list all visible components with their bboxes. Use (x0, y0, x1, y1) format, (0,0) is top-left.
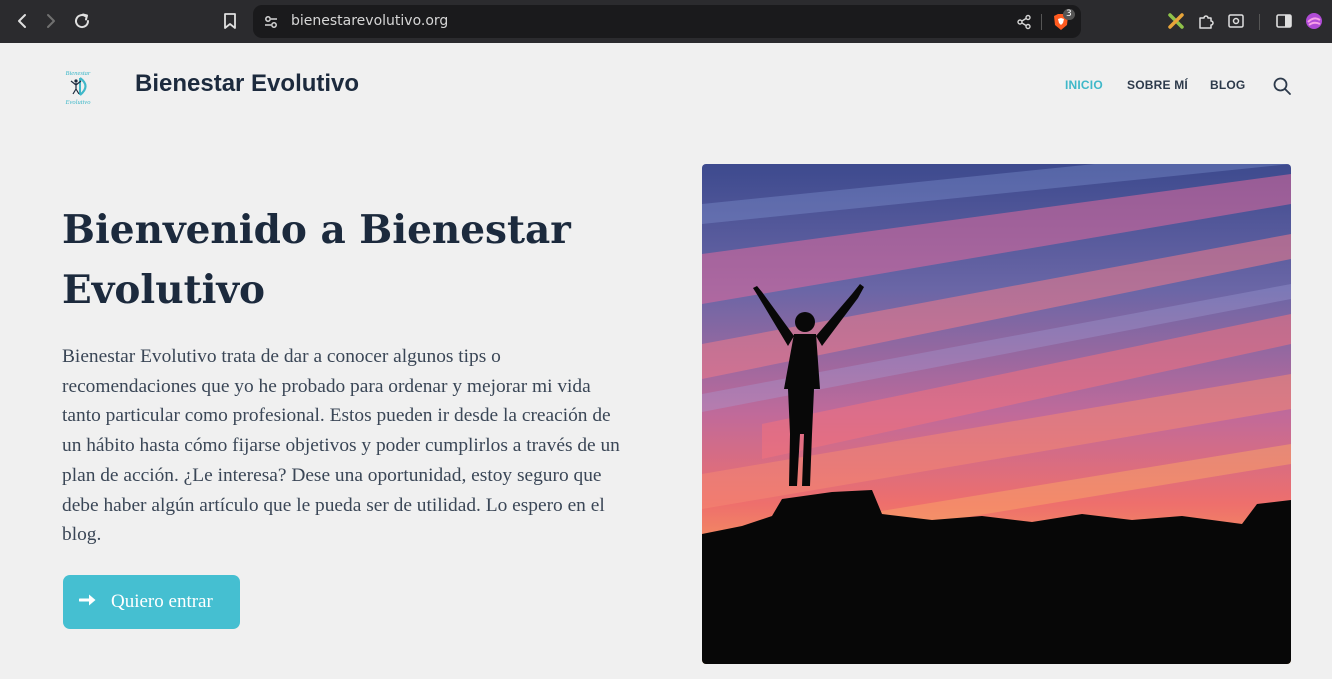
nav-inicio[interactable]: INICIO (1065, 78, 1103, 92)
reload-icon[interactable] (71, 10, 93, 32)
bookmark-icon[interactable] (219, 10, 241, 32)
divider (1041, 14, 1042, 30)
site-settings-icon[interactable] (263, 14, 279, 35)
cta-label: Quiero entrar (111, 591, 213, 612)
nav-blog[interactable]: BLOG (1210, 78, 1245, 92)
extensions-puzzle-icon[interactable] (1196, 11, 1216, 31)
url-text[interactable]: bienestarevolutivo.org (291, 13, 448, 29)
share-icon[interactable] (1016, 14, 1032, 35)
address-bar[interactable]: bienestarevolutivo.org 3 (253, 5, 1081, 38)
hero-title: Bienvenido a Bienestar Evolutivo (62, 207, 571, 313)
screenshot-icon[interactable] (1226, 11, 1246, 31)
site-title[interactable]: Bienestar Evolutivo (135, 70, 359, 98)
nav-sobre-mi[interactable]: SOBRE MÍ (1127, 78, 1188, 92)
shields-count-badge: 3 (1063, 9, 1075, 20)
hero-description: Bienestar Evolutivo trata de dar a conoc… (62, 346, 620, 546)
sidebar-icon[interactable] (1274, 11, 1294, 31)
search-icon[interactable] (1272, 76, 1292, 96)
site-logo[interactable]: Bienestar Evolutivo (60, 66, 96, 106)
toolbar-divider (1259, 14, 1260, 30)
forward-icon[interactable] (40, 10, 62, 32)
logo-text-top: Bienestar (66, 70, 91, 77)
browser-toolbar: bienestarevolutivo.org 3 (0, 0, 1332, 43)
logo-text-bottom: Evolutivo (65, 99, 92, 106)
arrow-right-icon (78, 591, 97, 613)
extension-x-icon[interactable] (1166, 11, 1186, 31)
back-icon[interactable] (11, 10, 33, 32)
profile-icon[interactable] (1304, 11, 1324, 31)
hero-image (702, 164, 1291, 664)
cta-button[interactable]: Quiero entrar (63, 575, 240, 629)
